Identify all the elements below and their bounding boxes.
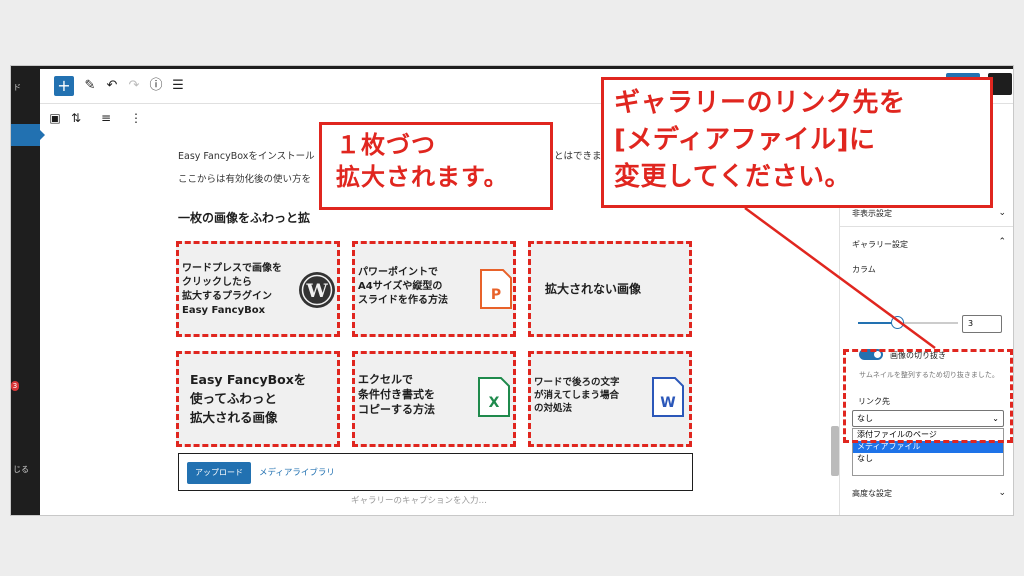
annotation-callout-right: ギャラリーのリンク先を [メディアファイル]に 変更してください。 — [601, 77, 993, 208]
annotation-highlight-box — [843, 349, 1013, 443]
annotation-callout-left: １枚づつ 拡大されます。 — [319, 122, 553, 210]
